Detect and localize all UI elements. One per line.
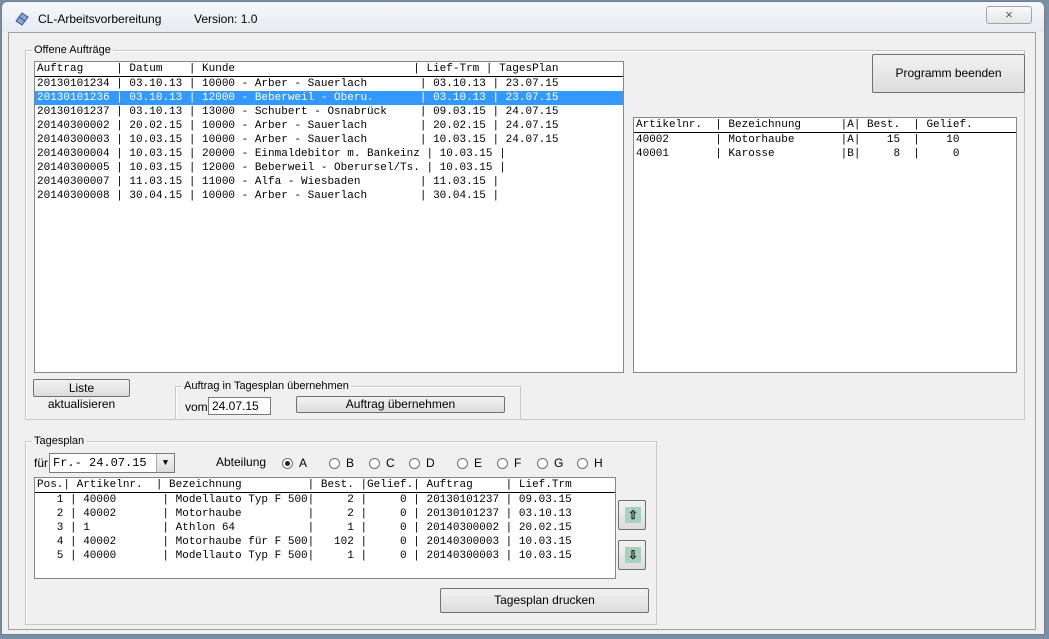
abteilung-radio-c[interactable]: C (369, 456, 395, 470)
abteilung-radio-d[interactable]: D (409, 456, 435, 470)
app-icon (15, 12, 29, 26)
radio-circle-icon (457, 457, 468, 469)
vom-date-input[interactable]: 24.07.15 (208, 397, 271, 415)
abteilung-radio-h[interactable]: H (577, 456, 603, 470)
client-area: Offene Aufträge Auftrag | Datum | Kunde … (8, 32, 1036, 630)
abteilung-radio-label: C (386, 456, 395, 470)
arrow-up-icon: ⇧ (625, 507, 641, 523)
window-title: CL-Arbeitsvorbereitung (38, 12, 162, 26)
auftrag-row[interactable]: 20130101236 | 03.10.13 | 12000 - Beberwe… (35, 91, 623, 105)
radio-circle-icon (369, 457, 380, 469)
abteilung-radio-label: E (474, 456, 483, 470)
auftrag-row[interactable]: 20140300007 | 11.03.15 | 11000 - Alfa - … (35, 175, 623, 189)
abteilung-radio-a[interactable]: A (282, 456, 307, 470)
liste-aktualisieren-label: Liste aktualisieren (47, 381, 116, 411)
abteilung-radio-label: A (299, 456, 308, 470)
abteilung-radio-label: H (594, 456, 603, 470)
auftraege-list[interactable]: Auftrag | Datum | Kunde | Lief-Trm | Tag… (34, 61, 624, 373)
move-down-button[interactable]: ⇩ (618, 540, 646, 570)
programm-beenden-button[interactable]: Programm beenden (872, 54, 1025, 93)
uebernehmen-legend: Auftrag in Tagesplan übernehmen (184, 380, 349, 392)
tagesplan-list-header: Pos.| Artikelnr. | Bezeichnung | Best. |… (35, 478, 615, 493)
move-up-button[interactable]: ⇧ (618, 500, 646, 530)
abteilung-radio-label: G (554, 456, 564, 470)
artikel-list[interactable]: Artikelnr. | Bezeichnung |A| Best. | Gel… (633, 117, 1017, 373)
offene-auftraege-legend: Offene Aufträge (34, 44, 111, 56)
fuer-label: für (34, 456, 49, 470)
auftrag-uebernehmen-label: Auftrag übernehmen (345, 397, 456, 411)
abteilung-label: Abteilung (216, 455, 267, 469)
auftrag-row[interactable]: 20140300005 | 10.03.15 | 12000 - Beberwe… (35, 161, 623, 175)
tagesplan-date-select[interactable]: Fr.- 24.07.15 ▼ (49, 453, 175, 473)
abteilung-radio-b[interactable]: B (329, 456, 354, 470)
tagesplan-row[interactable]: 2 | 40002 | Motorhaube | 2 | 0 | 2013010… (35, 507, 615, 521)
auftrag-row[interactable]: 20130101234 | 03.10.13 | 10000 - Arber -… (35, 77, 623, 91)
tagesplan-row[interactable]: 4 | 40002 | Motorhaube für F 500| 102 | … (35, 535, 615, 549)
abteilung-radio-e[interactable]: E (457, 456, 482, 470)
title-bar: CL-Arbeitsvorbereitung Version: 1.0 × (2, 2, 1044, 32)
arrow-down-icon: ⇩ (625, 547, 641, 563)
programm-beenden-label: Programm beenden (895, 66, 1002, 80)
close-button[interactable]: × (986, 6, 1032, 24)
radio-circle-icon (329, 457, 340, 469)
main-window: CL-Arbeitsvorbereitung Version: 1.0 × Of… (1, 1, 1045, 635)
liste-aktualisieren-button[interactable]: Liste aktualisieren (33, 379, 130, 411)
auftrag-row[interactable]: 20140300002 | 20.02.15 | 10000 - Arber -… (35, 119, 623, 133)
tagesplan-row[interactable]: 5 | 40000 | Modellauto Typ F 500| 1 | 0 … (35, 549, 615, 563)
tagesplan-row[interactable]: 3 | 1 | Athlon 64 | 1 | 0 | 20140300002 … (35, 521, 615, 535)
abteilung-radio-label: F (514, 456, 522, 470)
radio-circle-icon (282, 457, 293, 469)
tagesplan-list[interactable]: Pos.| Artikelnr. | Bezeichnung | Best. |… (34, 477, 616, 579)
radio-circle-icon (497, 457, 508, 469)
artikel-list-header: Artikelnr. | Bezeichnung |A| Best. | Gel… (634, 118, 1016, 133)
tagesplan-date-value: Fr.- 24.07.15 (53, 456, 147, 470)
auftraege-list-header: Auftrag | Datum | Kunde | Lief-Trm | Tag… (35, 62, 623, 77)
abteilung-radio-f[interactable]: F (497, 456, 521, 470)
tagesplan-row[interactable]: 1 | 40000 | Modellauto Typ F 500| 2 | 0 … (35, 493, 615, 507)
abteilung-radio-label: B (346, 456, 355, 470)
abteilung-radio-label: D (426, 456, 435, 470)
artikel-row[interactable]: 40001 | Karosse |B| 8 | 0 (634, 147, 1016, 161)
auftrag-row[interactable]: 20140300008 | 30.04.15 | 10000 - Arber -… (35, 189, 623, 203)
chevron-down-icon: ▼ (156, 454, 174, 472)
artikel-row[interactable]: 40002 | Motorhaube |A| 15 | 10 (634, 133, 1016, 147)
radio-circle-icon (537, 457, 548, 469)
close-icon: × (1005, 7, 1013, 22)
auftrag-uebernehmen-button[interactable]: Auftrag übernehmen (296, 396, 505, 413)
radio-circle-icon (409, 457, 420, 469)
auftrag-row[interactable]: 20140300004 | 10.03.15 | 20000 - Einmald… (35, 147, 623, 161)
auftrag-row[interactable]: 20130101237 | 03.10.13 | 13000 - Schuber… (35, 105, 623, 119)
tagesplan-drucken-button[interactable]: Tagesplan drucken (440, 588, 649, 613)
tagesplan-drucken-label: Tagesplan drucken (494, 593, 595, 607)
abteilung-radio-g[interactable]: G (537, 456, 563, 470)
radio-circle-icon (577, 457, 588, 469)
version-label: Version: 1.0 (194, 12, 258, 26)
tagesplan-legend: Tagesplan (34, 435, 85, 447)
auftrag-row[interactable]: 20140300003 | 10.03.15 | 10000 - Arber -… (35, 133, 623, 147)
vom-label: vom (185, 400, 208, 414)
